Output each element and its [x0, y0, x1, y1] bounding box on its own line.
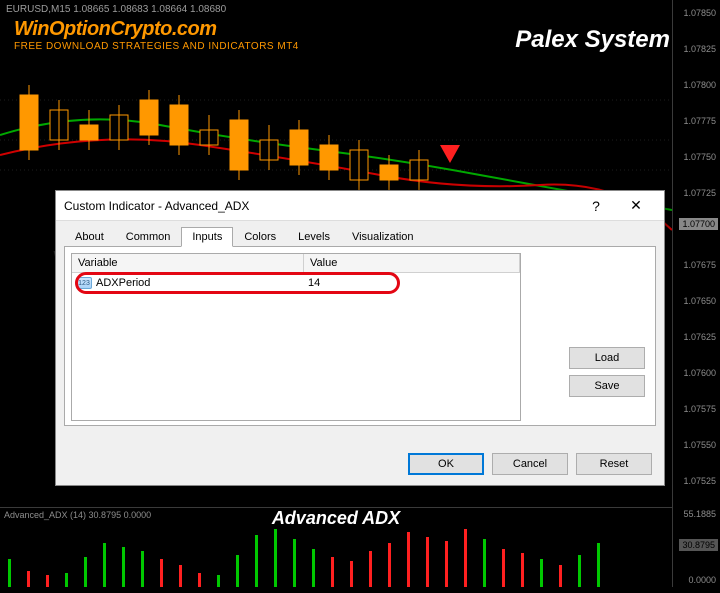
indicator-bar	[27, 571, 30, 587]
load-button[interactable]: Load	[569, 347, 645, 369]
indicator-bar	[217, 575, 220, 587]
indicator-bar	[331, 557, 334, 587]
indicator-bar	[521, 553, 524, 587]
inputs-table[interactable]: Variable Value 123 ADXPeriod 14	[71, 253, 521, 421]
indicator-bar	[293, 539, 296, 587]
indicator-panel[interactable]: Advanced_ADX (14) 30.8795 0.0000 Advance…	[0, 507, 672, 587]
indicator-bar	[84, 557, 87, 587]
indicator-bar	[540, 559, 543, 587]
indicator-axis: 55.1885 30.8795 0.0000	[672, 507, 720, 587]
save-button[interactable]: Save	[569, 375, 645, 397]
help-button[interactable]: ?	[576, 192, 616, 220]
indicator-bar	[255, 535, 258, 587]
close-button[interactable]: ✕	[616, 192, 656, 220]
price-axis: 1.07850 1.07825 1.07800 1.07775 1.07750 …	[672, 0, 720, 507]
input-row-adxperiod[interactable]: 123 ADXPeriod 14	[72, 273, 520, 293]
indicator-bar	[8, 559, 11, 587]
indicator-bar	[388, 543, 391, 587]
indicator-bar	[312, 549, 315, 587]
indicator-bar	[274, 529, 277, 587]
indicator-bar	[160, 559, 163, 587]
dialog-content: Variable Value 123 ADXPeriod 14 Load Sav…	[64, 246, 656, 426]
indicator-bars	[0, 525, 672, 587]
reset-button[interactable]: Reset	[576, 453, 652, 475]
tab-colors[interactable]: Colors	[233, 227, 287, 247]
tab-visualization[interactable]: Visualization	[341, 227, 425, 247]
indicator-bar	[407, 532, 410, 587]
indicator-bar	[426, 537, 429, 587]
indicator-settings-dialog: Custom Indicator - Advanced_ADX ? ✕ Abou…	[55, 190, 665, 486]
indicator-bar	[445, 541, 448, 587]
indicator-bar	[483, 539, 486, 587]
indicator-bar	[502, 549, 505, 587]
dialog-titlebar[interactable]: Custom Indicator - Advanced_ADX ? ✕	[56, 191, 664, 221]
input-variable-name: ADXPeriod	[96, 277, 150, 289]
tab-inputs[interactable]: Inputs	[181, 227, 233, 247]
col-value[interactable]: Value	[304, 254, 520, 272]
price-current-box: 1.07700	[679, 218, 718, 230]
tab-common[interactable]: Common	[115, 227, 182, 247]
tab-about[interactable]: About	[64, 227, 115, 247]
integer-type-icon: 123	[76, 277, 92, 289]
cancel-button[interactable]: Cancel	[492, 453, 568, 475]
indicator-bar	[464, 529, 467, 587]
indicator-bar	[122, 547, 125, 587]
indicator-bar	[141, 551, 144, 587]
indicator-bar	[578, 555, 581, 587]
indicator-bar	[236, 555, 239, 587]
dialog-tabs: About Common Inputs Colors Levels Visual…	[64, 227, 656, 247]
indicator-bar	[103, 543, 106, 587]
indicator-bar	[559, 565, 562, 587]
tab-levels[interactable]: Levels	[287, 227, 341, 247]
input-variable-value[interactable]: 14	[304, 277, 364, 289]
indicator-bar	[179, 565, 182, 587]
indicator-bar	[350, 561, 353, 587]
indicator-bar	[46, 575, 49, 587]
indicator-bar	[198, 573, 201, 587]
ok-button[interactable]: OK	[408, 453, 484, 475]
dialog-title: Custom Indicator - Advanced_ADX	[64, 199, 576, 213]
col-variable[interactable]: Variable	[72, 254, 304, 272]
indicator-bar	[369, 551, 372, 587]
indicator-bar	[597, 543, 600, 587]
indicator-bar	[65, 573, 68, 587]
